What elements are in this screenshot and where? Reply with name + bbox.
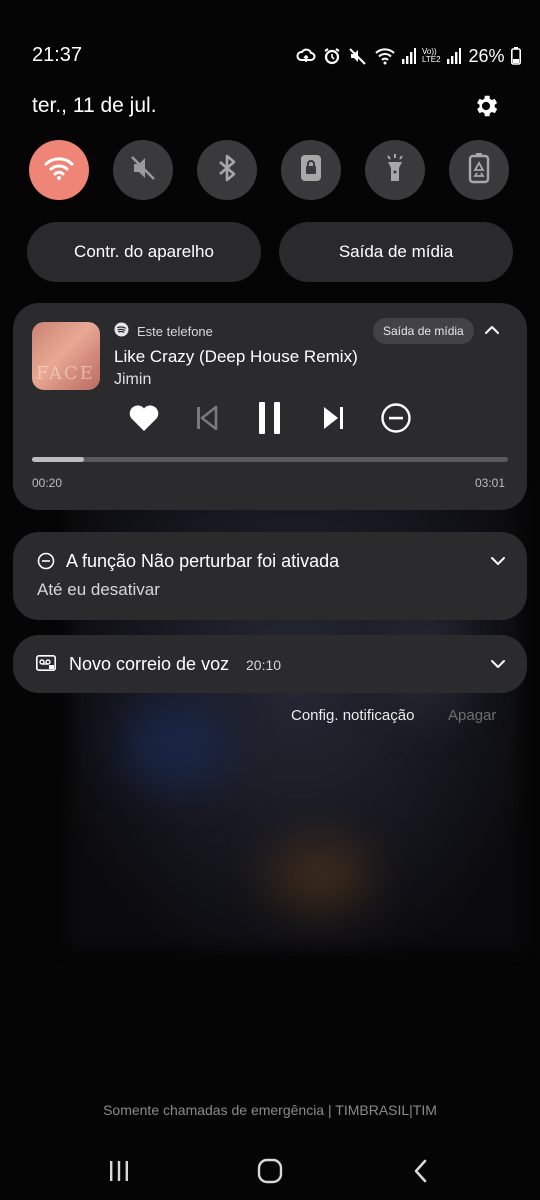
lte-label: LTE2 xyxy=(422,55,441,64)
total-duration: 03:01 xyxy=(475,476,506,490)
voicemail-title: Novo correio de voz xyxy=(69,654,230,674)
mute-icon xyxy=(348,47,368,65)
qs-power-saving-toggle[interactable] xyxy=(449,140,509,200)
collapse-chevron-up-icon[interactable] xyxy=(482,320,502,340)
lock-icon xyxy=(297,153,325,188)
album-art: FACE xyxy=(32,322,100,390)
qs-bluetooth-toggle[interactable] xyxy=(197,140,257,200)
panel-date: ter., 11 de jul. xyxy=(32,94,157,117)
like-heart-icon[interactable] xyxy=(124,398,164,438)
bluetooth-icon xyxy=(214,153,240,188)
notification-settings-link[interactable]: Config. notificação xyxy=(291,707,414,724)
battery-icon xyxy=(510,47,521,65)
dnd-minus-circle-icon xyxy=(37,552,55,570)
media-output-chip[interactable]: Saída de mídia xyxy=(373,318,474,344)
settings-gear-icon[interactable] xyxy=(472,92,500,120)
power-saving-icon xyxy=(467,152,491,189)
pause-button[interactable] xyxy=(250,398,290,438)
mute-icon xyxy=(128,153,158,188)
spotify-icon xyxy=(114,322,129,340)
device-controls-button[interactable]: Contr. do aparelho xyxy=(27,222,261,282)
voicemail-icon xyxy=(36,655,56,671)
battery-percent: 26% xyxy=(468,45,505,66)
media-progress-fill xyxy=(32,457,85,462)
media-source-label: Este telefone xyxy=(137,323,213,339)
volte-icon: Vo)) LTE2 xyxy=(422,48,441,64)
recent-apps-icon[interactable] xyxy=(104,1158,134,1184)
background-blob xyxy=(270,840,370,910)
status-time: 21:37 xyxy=(32,44,83,66)
previous-track-icon[interactable] xyxy=(187,398,227,438)
wifi-icon xyxy=(374,47,396,65)
background-blob xyxy=(120,700,230,790)
dnd-notification[interactable] xyxy=(13,532,527,620)
qs-sound-toggle[interactable] xyxy=(113,140,173,200)
media-progress-bar[interactable] xyxy=(32,457,508,462)
flashlight-icon xyxy=(381,152,409,189)
media-source-row: Este telefone xyxy=(114,322,213,340)
elapsed-time: 00:20 xyxy=(32,476,63,490)
alarm-icon xyxy=(322,47,342,65)
dnd-title: A função Não perturbar foi ativada xyxy=(66,551,340,571)
clear-notifications-link[interactable]: Apagar xyxy=(448,707,496,724)
voicemail-time: 20:10 xyxy=(246,657,282,673)
signal-icon xyxy=(446,48,461,64)
home-icon[interactable] xyxy=(255,1158,285,1184)
wifi-icon xyxy=(44,155,74,186)
song-title: Like Crazy (Deep House Remix) xyxy=(114,347,358,366)
media-output-button[interactable]: Saída de mídia xyxy=(279,222,513,282)
qs-flashlight-toggle[interactable] xyxy=(365,140,425,200)
remove-circle-icon[interactable] xyxy=(376,398,416,438)
back-icon[interactable] xyxy=(406,1158,436,1184)
dnd-expand-chevron-down-icon[interactable] xyxy=(489,552,507,570)
qs-wifi-toggle[interactable] xyxy=(29,140,89,200)
song-artist: Jimin xyxy=(114,371,152,388)
voicemail-expand-chevron-down-icon[interactable] xyxy=(489,655,507,673)
carrier-status-text: Somente chamadas de emergência | TIMBRAS… xyxy=(103,1102,437,1118)
next-track-icon[interactable] xyxy=(313,398,353,438)
signal-icon xyxy=(402,48,416,64)
qs-screen-lock-toggle[interactable] xyxy=(281,140,341,200)
status-icons: Vo)) LTE2 26% xyxy=(296,44,521,68)
album-art-text: FACE xyxy=(36,363,95,384)
dnd-subtitle: Até eu desativar xyxy=(37,580,160,599)
sync-icon xyxy=(296,47,316,65)
